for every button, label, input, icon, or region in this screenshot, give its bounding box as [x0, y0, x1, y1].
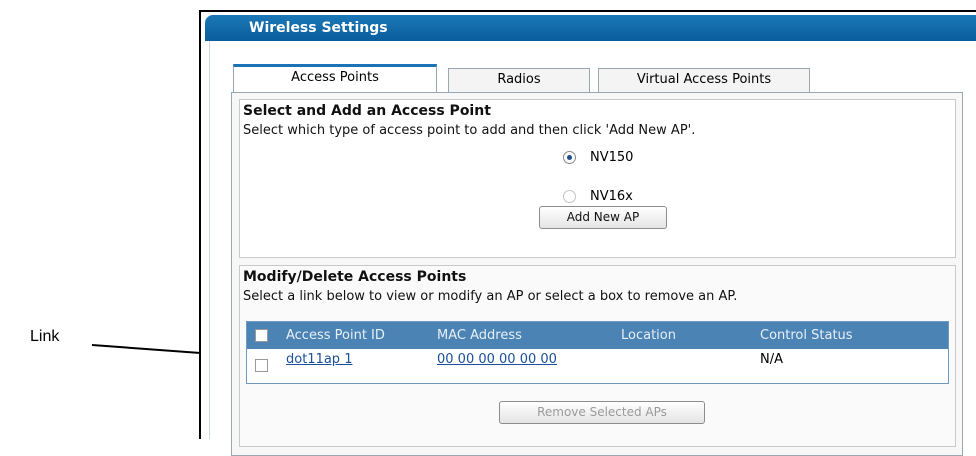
add-new-ap-button[interactable]: Add New AP	[539, 206, 667, 229]
mac-address-link[interactable]: 00 00 00 00 00 00	[437, 352, 557, 367]
tab-radios[interactable]: Radios	[448, 68, 590, 92]
radio-selected-icon[interactable]	[563, 151, 576, 164]
tab-content: Select and Add an Access Point Select wh…	[231, 92, 963, 456]
modify-access-points-section: Modify/Delete Access Points Select a lin…	[239, 265, 956, 447]
table-row: dot11ap 1 00 00 00 00 00 00 N/A	[247, 349, 948, 383]
modify-section-description: Select a link below to view or modify an…	[243, 289, 738, 304]
access-points-table: Access Point ID MAC Address Location Con…	[246, 321, 949, 384]
radio-label-nv16x: NV16x	[590, 189, 633, 204]
radio-label-nv150: NV150	[590, 150, 634, 165]
add-section-description: Select which type of access point to add…	[243, 123, 696, 138]
select-all-checkbox[interactable]	[255, 329, 268, 342]
radio-option-nv150[interactable]: NV150	[563, 150, 633, 165]
ap-id-link[interactable]: dot11ap 1	[286, 352, 352, 367]
add-section-title: Select and Add an Access Point	[243, 103, 491, 119]
table-header: Access Point ID MAC Address Location Con…	[247, 322, 948, 349]
tab-access-points[interactable]: Access Points	[233, 64, 437, 92]
control-status-cell: N/A	[760, 352, 783, 367]
column-header-mac[interactable]: MAC Address	[437, 328, 522, 343]
column-header-control-status[interactable]: Control Status	[760, 328, 853, 343]
column-header-location[interactable]: Location	[621, 328, 676, 343]
title-bar: Wireless Settings	[205, 15, 976, 41]
remove-selected-aps-button[interactable]: Remove Selected APs	[499, 401, 705, 424]
tab-virtual-access-points[interactable]: Virtual Access Points	[598, 68, 810, 92]
radio-option-nv16x[interactable]: NV16x	[563, 189, 633, 204]
modify-section-title: Modify/Delete Access Points	[243, 269, 467, 285]
row-select-checkbox[interactable]	[255, 359, 268, 372]
window-title: Wireless Settings	[249, 20, 388, 36]
radio-unselected-icon[interactable]	[563, 190, 576, 203]
add-access-point-section: Select and Add an Access Point Select wh…	[239, 99, 956, 258]
panel-area: Access Points Radios Virtual Access Poin…	[209, 41, 972, 456]
column-header-ap-id[interactable]: Access Point ID	[286, 328, 385, 343]
callout-label: Link	[30, 328, 60, 345]
wireless-settings-window: Wireless Settings Access Points Radios V…	[199, 10, 976, 456]
